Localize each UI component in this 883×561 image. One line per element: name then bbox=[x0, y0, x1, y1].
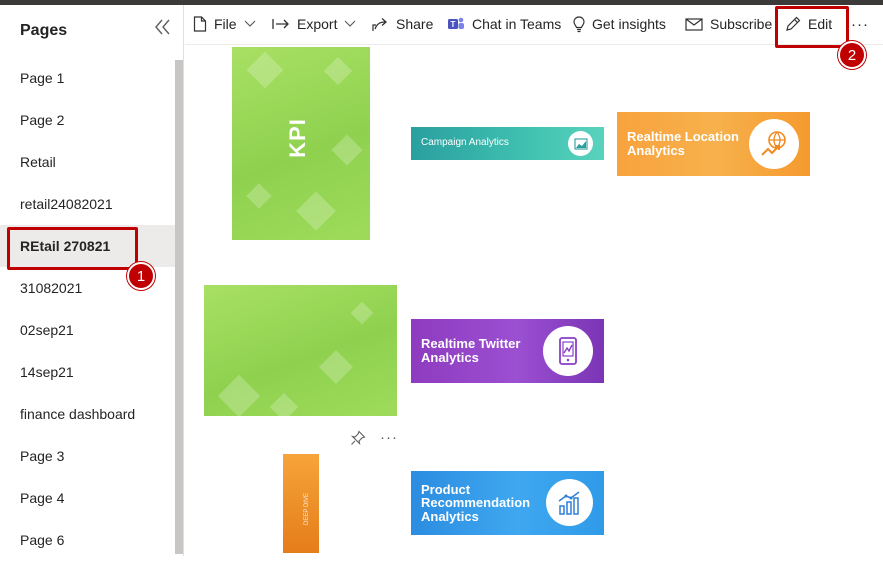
product-recommendation-tile[interactable]: Product Recommendation Analytics bbox=[411, 471, 604, 535]
realtime-location-tile[interactable]: Realtime Location Analytics bbox=[617, 112, 810, 176]
chevron-down-icon bbox=[345, 20, 356, 27]
svg-text:T: T bbox=[451, 20, 456, 29]
orange-image-tile[interactable]: DEEP DIVE bbox=[283, 454, 319, 553]
decor-diamond bbox=[319, 350, 353, 384]
get-insights-label: Get insights bbox=[592, 16, 666, 32]
kpi-tile-label: KPI bbox=[284, 118, 310, 158]
campaign-analytics-tile[interactable]: Campaign Analytics bbox=[411, 127, 604, 160]
pages-pane-title: Pages bbox=[20, 22, 68, 39]
decor-diamond bbox=[323, 56, 353, 86]
kpi-tile[interactable]: KPI bbox=[232, 47, 370, 240]
file-icon bbox=[193, 16, 207, 32]
realtime-twitter-label: Realtime Twitter Analytics bbox=[421, 336, 521, 365]
mail-icon bbox=[685, 17, 703, 31]
lightbulb-icon bbox=[573, 15, 585, 32]
file-menu-label: File bbox=[214, 16, 237, 32]
collapse-pane-icon[interactable] bbox=[152, 16, 174, 38]
tile-actions: ··· bbox=[350, 429, 398, 446]
share-button[interactable]: Share bbox=[372, 5, 433, 43]
decor-diamond bbox=[246, 51, 284, 89]
page-item[interactable]: Retail bbox=[0, 141, 175, 183]
bar-trend-icon bbox=[546, 479, 593, 526]
page-item[interactable]: Page 3 bbox=[0, 435, 175, 477]
page-item[interactable]: Page 6 bbox=[0, 519, 175, 561]
pages-pane: Pages Page 1 Page 2 Retail retail24082021 RE… bbox=[0, 5, 184, 556]
product-recommendation-label: Product Recommendation Analytics bbox=[421, 481, 531, 524]
area-chart-icon bbox=[568, 131, 593, 156]
edit-button[interactable]: Edit bbox=[785, 5, 832, 43]
export-menu-label: Export bbox=[297, 16, 338, 32]
page-item[interactable]: Page 2 bbox=[0, 99, 175, 141]
file-menu-button[interactable]: File bbox=[193, 5, 256, 43]
pin-icon[interactable] bbox=[350, 430, 366, 446]
dashboard-canvas: KPI Campaign Analytics Realtime Location… bbox=[185, 46, 883, 556]
decor-diamond bbox=[296, 191, 336, 231]
teams-icon: T bbox=[448, 17, 464, 29]
green-image-tile[interactable] bbox=[204, 285, 397, 416]
page-item[interactable]: REtail 270821 bbox=[0, 225, 175, 267]
decor-diamond bbox=[217, 374, 261, 416]
get-insights-button[interactable]: Get insights bbox=[573, 5, 666, 43]
annotation-badge-2: 2 bbox=[838, 41, 866, 69]
share-label: Share bbox=[396, 16, 434, 32]
share-icon bbox=[372, 17, 387, 31]
campaign-analytics-label: Campaign Analytics bbox=[421, 137, 509, 149]
realtime-location-label: Realtime Location Analytics bbox=[627, 129, 739, 158]
subscribe-button[interactable]: Subscribe bbox=[685, 5, 772, 43]
report-toolbar: File Export Share T Chat in Teams Get in… bbox=[185, 5, 883, 45]
export-menu-button[interactable]: Export bbox=[272, 5, 356, 43]
page-item[interactable]: Page 4 bbox=[0, 477, 175, 519]
subscribe-label: Subscribe bbox=[710, 16, 773, 32]
decor-diamond bbox=[331, 134, 363, 166]
export-icon bbox=[272, 19, 289, 29]
page-item[interactable]: retail24082021 bbox=[0, 183, 175, 225]
decor-diamond bbox=[350, 301, 374, 325]
page-item[interactable]: finance dashboard bbox=[0, 393, 175, 435]
tile-more-options[interactable]: ··· bbox=[380, 429, 398, 446]
chevron-down-icon bbox=[244, 20, 255, 27]
page-item[interactable]: 02sep21 bbox=[0, 309, 175, 351]
more-options-button[interactable]: ··· bbox=[851, 5, 869, 43]
page-item[interactable]: Page 1 bbox=[0, 57, 175, 99]
chat-in-teams-label: Chat in Teams bbox=[472, 16, 562, 32]
decor-diamond bbox=[246, 183, 272, 209]
annotation-badge-1: 1 bbox=[127, 262, 155, 290]
globe-trend-icon bbox=[749, 119, 799, 169]
edit-label: Edit bbox=[808, 16, 833, 32]
decor-diamond bbox=[269, 392, 299, 416]
orange-tile-text: DEEP DIVE bbox=[303, 493, 310, 525]
page-item[interactable]: 14sep21 bbox=[0, 351, 175, 393]
realtime-twitter-tile[interactable]: Realtime Twitter Analytics bbox=[411, 319, 604, 383]
pages-scrollbar[interactable] bbox=[175, 60, 183, 554]
pencil-icon bbox=[786, 16, 801, 31]
chat-in-teams-button[interactable]: T Chat in Teams bbox=[447, 5, 561, 43]
mobile-chart-icon bbox=[543, 326, 593, 376]
